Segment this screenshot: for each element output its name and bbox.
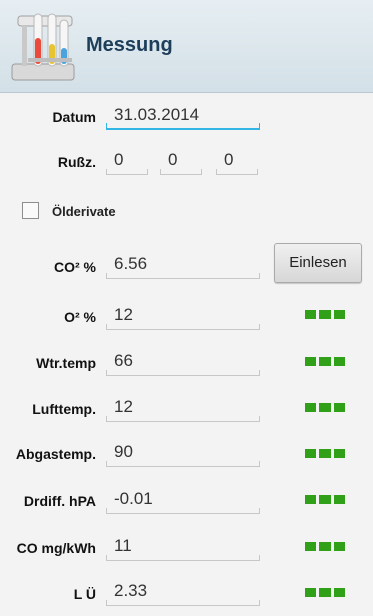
russ-label: Rußz. (57, 154, 96, 170)
co2-field[interactable]: 6.56 (106, 251, 260, 279)
abgastemp-field[interactable]: 90 (106, 439, 260, 467)
datum-label: Datum (52, 109, 96, 125)
action-bar: Messung (0, 0, 373, 93)
russ-field-2[interactable]: 0 (160, 147, 202, 175)
drdiff-label: Drdiff. hPA (23, 493, 96, 509)
russ-field-1[interactable]: 0 (106, 147, 148, 175)
einlesen-button[interactable]: Einlesen (274, 243, 362, 283)
page-title: Messung (86, 34, 173, 56)
abgastemp-label: Abgastemp. (15, 446, 96, 462)
co2-label: CO² % (54, 259, 96, 275)
datum-field[interactable]: 31.03.2014 (106, 102, 260, 130)
o2-label: O² % (64, 309, 96, 325)
co-label: CO mg/kWh (16, 540, 96, 556)
lue-status-indicator (305, 588, 345, 597)
russ-field-3[interactable]: 0 (216, 147, 258, 175)
lufttemp-field[interactable]: 12 (106, 394, 260, 422)
lue-label: L Ü (73, 586, 96, 602)
co-status-indicator (305, 542, 345, 551)
wtr-temp-label: Wtr.temp (36, 355, 96, 371)
abgastemp-status-indicator (305, 449, 345, 458)
wtr-temp-status-indicator (305, 357, 345, 366)
oelderivate-checkbox[interactable] (22, 202, 39, 219)
wtr-temp-field[interactable]: 66 (106, 348, 260, 376)
lufttemp-label: Lufttemp. (32, 401, 96, 417)
co-field[interactable]: 11 (106, 533, 260, 561)
drdiff-field[interactable]: -0.01 (106, 486, 260, 514)
o2-status-indicator (305, 310, 345, 319)
lue-field[interactable]: 2.33 (106, 578, 260, 606)
lab-test-tubes-icon[interactable] (6, 6, 82, 86)
oelderivate-label: Ölderivate (52, 204, 116, 219)
drdiff-status-indicator (305, 495, 345, 504)
o2-field[interactable]: 12 (106, 302, 260, 330)
lufttemp-status-indicator (305, 403, 345, 412)
